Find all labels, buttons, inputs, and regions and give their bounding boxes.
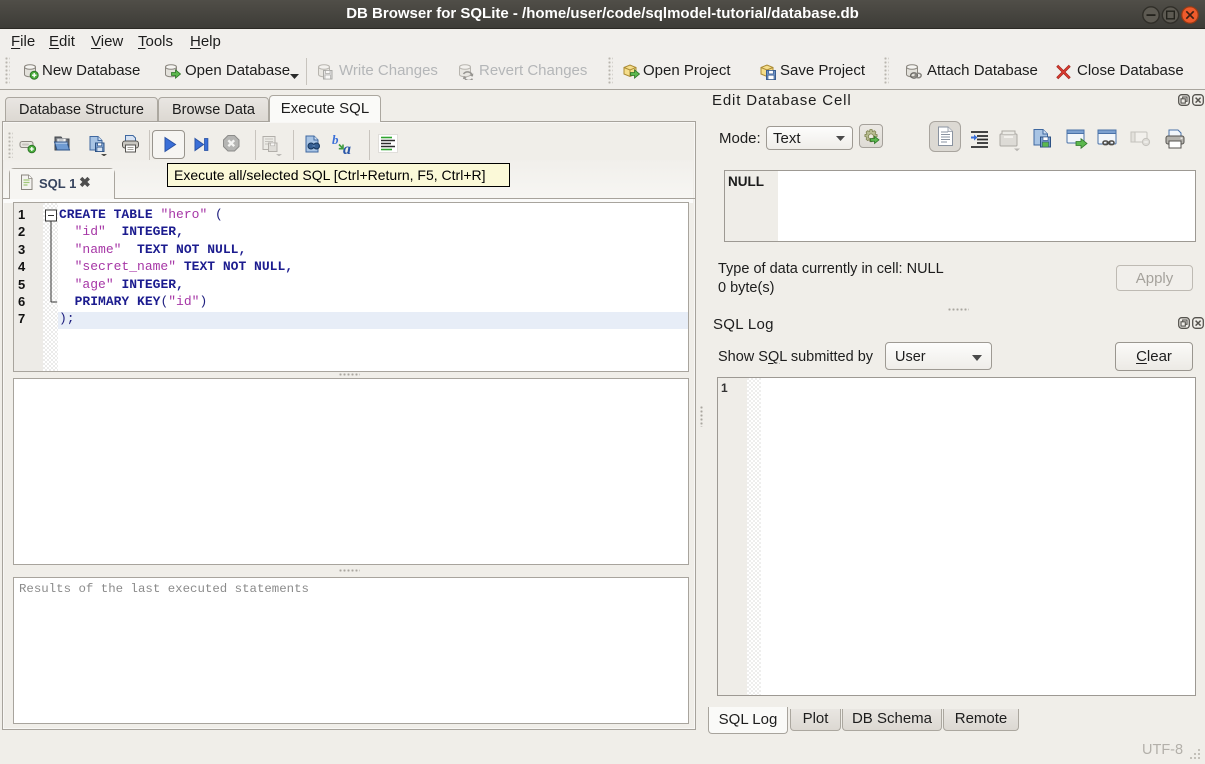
svg-text:a: a	[343, 141, 351, 155]
svg-text:b: b	[332, 134, 339, 147]
